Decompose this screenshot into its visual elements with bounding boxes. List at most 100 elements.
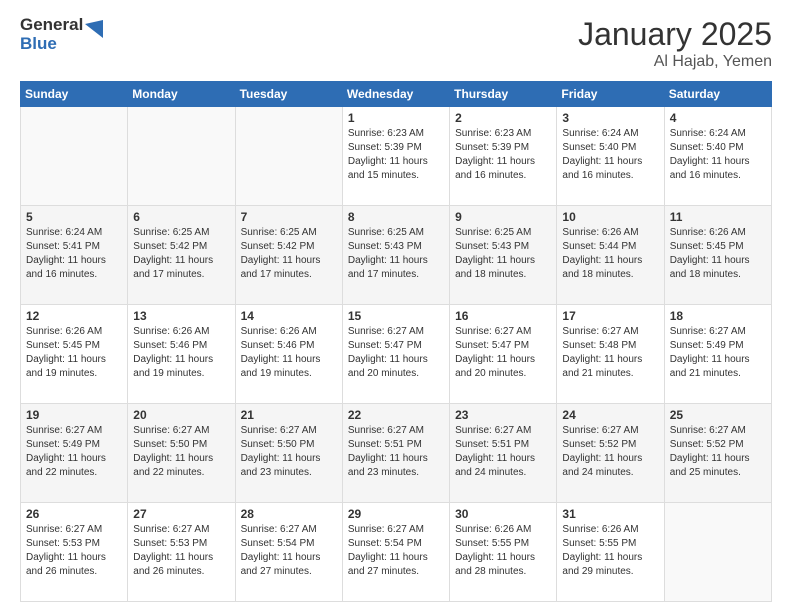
- day-number: 3: [562, 111, 658, 125]
- day-number: 4: [670, 111, 766, 125]
- calendar-week-row: 26 Sunrise: 6:27 AMSunset: 5:53 PMDayligh…: [21, 503, 772, 602]
- table-row: 12 Sunrise: 6:26 AMSunset: 5:45 PMDayligh…: [21, 305, 128, 404]
- table-row: 10 Sunrise: 6:26 AMSunset: 5:44 PMDayligh…: [557, 206, 664, 305]
- day-info: Sunrise: 6:27 AMSunset: 5:54 PMDaylight:…: [348, 523, 444, 579]
- calendar-title: January 2025: [578, 16, 772, 53]
- table-row: 5 Sunrise: 6:24 AMSunset: 5:41 PMDaylight…: [21, 206, 128, 305]
- day-info: Sunrise: 6:26 AMSunset: 5:46 PMDaylight:…: [133, 325, 229, 381]
- col-wednesday: Wednesday: [342, 82, 449, 107]
- day-info: Sunrise: 6:27 AMSunset: 5:53 PMDaylight:…: [26, 523, 122, 579]
- logo-blue: Blue: [20, 35, 83, 54]
- table-row: 17Sunrise: 6:27 AMSunset: 5:48 PMDayligh…: [557, 305, 664, 404]
- day-number: 22: [348, 408, 444, 422]
- table-row: 22 Sunrise: 6:27 AMSunset: 5:51 PMDayligh…: [342, 404, 449, 503]
- table-row: [128, 107, 235, 206]
- day-info: Sunrise: 6:27 AMSunset: 5:52 PMDaylight:…: [562, 424, 658, 480]
- day-info: Sunrise: 6:26 AMSunset: 5:44 PMDaylight:…: [562, 226, 658, 282]
- day-number: 9: [455, 210, 551, 224]
- day-number: 1: [348, 111, 444, 125]
- table-row: 2 Sunrise: 6:23 AMSunset: 5:39 PMDaylight…: [450, 107, 557, 206]
- table-row: 18 Sunrise: 6:27 AMSunset: 5:49 PMDayligh…: [664, 305, 771, 404]
- table-row: 11Sunrise: 6:26 AMSunset: 5:45 PMDayligh…: [664, 206, 771, 305]
- day-info: Sunrise: 6:27 AMSunset: 5:49 PMDaylight:…: [670, 325, 766, 381]
- table-row: 3Sunrise: 6:24 AMSunset: 5:40 PMDaylight…: [557, 107, 664, 206]
- day-info: Sunrise: 6:25 AMSunset: 5:43 PMDaylight:…: [455, 226, 551, 282]
- col-saturday: Saturday: [664, 82, 771, 107]
- table-row: 9 Sunrise: 6:25 AMSunset: 5:43 PMDaylight…: [450, 206, 557, 305]
- day-info: Sunrise: 6:27 AMSunset: 5:53 PMDaylight:…: [133, 523, 229, 579]
- day-info: Sunrise: 6:27 AMSunset: 5:51 PMDaylight:…: [348, 424, 444, 480]
- table-row: 15Sunrise: 6:27 AMSunset: 5:47 PMDayligh…: [342, 305, 449, 404]
- day-info: Sunrise: 6:27 AMSunset: 5:52 PMDaylight:…: [670, 424, 766, 480]
- day-number: 12: [26, 309, 122, 323]
- day-info: Sunrise: 6:25 AMSunset: 5:43 PMDaylight:…: [348, 226, 444, 282]
- day-number: 19: [26, 408, 122, 422]
- day-number: 17: [562, 309, 658, 323]
- day-number: 25: [670, 408, 766, 422]
- day-info: Sunrise: 6:25 AMSunset: 5:42 PMDaylight:…: [241, 226, 337, 282]
- day-number: 7: [241, 210, 337, 224]
- table-row: 6 Sunrise: 6:25 AMSunset: 5:42 PMDaylight…: [128, 206, 235, 305]
- table-row: [664, 503, 771, 602]
- logo: General Blue: [20, 16, 103, 53]
- table-row: 30 Sunrise: 6:26 AMSunset: 5:55 PMDayligh…: [450, 503, 557, 602]
- day-info: Sunrise: 6:27 AMSunset: 5:51 PMDaylight:…: [455, 424, 551, 480]
- table-row: 4 Sunrise: 6:24 AMSunset: 5:40 PMDaylight…: [664, 107, 771, 206]
- calendar-week-row: 12 Sunrise: 6:26 AMSunset: 5:45 PMDayligh…: [21, 305, 772, 404]
- day-info: Sunrise: 6:26 AMSunset: 5:45 PMDaylight:…: [26, 325, 122, 381]
- day-number: 2: [455, 111, 551, 125]
- logo-text: General Blue: [20, 16, 83, 53]
- day-number: 13: [133, 309, 229, 323]
- col-monday: Monday: [128, 82, 235, 107]
- calendar-location: Al Hajab, Yemen: [578, 53, 772, 71]
- table-row: 16Sunrise: 6:27 AMSunset: 5:47 PMDayligh…: [450, 305, 557, 404]
- calendar-table: Sunday Monday Tuesday Wednesday Thursday…: [20, 81, 772, 602]
- table-row: 31Sunrise: 6:26 AMSunset: 5:55 PMDayligh…: [557, 503, 664, 602]
- day-info: Sunrise: 6:26 AMSunset: 5:46 PMDaylight:…: [241, 325, 337, 381]
- day-number: 21: [241, 408, 337, 422]
- table-row: 27 Sunrise: 6:27 AMSunset: 5:53 PMDayligh…: [128, 503, 235, 602]
- calendar-header-row: Sunday Monday Tuesday Wednesday Thursday…: [21, 82, 772, 107]
- table-row: 14 Sunrise: 6:26 AMSunset: 5:46 PMDayligh…: [235, 305, 342, 404]
- day-number: 5: [26, 210, 122, 224]
- header: General Blue January 2025 Al Hajab, Yeme…: [20, 16, 772, 71]
- table-row: 21 Sunrise: 6:27 AMSunset: 5:50 PMDayligh…: [235, 404, 342, 503]
- day-number: 30: [455, 507, 551, 521]
- logo-triangle-icon: [85, 20, 103, 43]
- day-number: 28: [241, 507, 337, 521]
- table-row: 7 Sunrise: 6:25 AMSunset: 5:42 PMDaylight…: [235, 206, 342, 305]
- table-row: 19 Sunrise: 6:27 AMSunset: 5:49 PMDayligh…: [21, 404, 128, 503]
- day-info: Sunrise: 6:23 AMSunset: 5:39 PMDaylight:…: [455, 127, 551, 183]
- day-info: Sunrise: 6:27 AMSunset: 5:47 PMDaylight:…: [348, 325, 444, 381]
- day-number: 24: [562, 408, 658, 422]
- day-info: Sunrise: 6:26 AMSunset: 5:55 PMDaylight:…: [455, 523, 551, 579]
- calendar-week-row: 1 Sunrise: 6:23 AMSunset: 5:39 PMDaylight…: [21, 107, 772, 206]
- calendar-week-row: 5 Sunrise: 6:24 AMSunset: 5:41 PMDaylight…: [21, 206, 772, 305]
- table-row: 13 Sunrise: 6:26 AMSunset: 5:46 PMDayligh…: [128, 305, 235, 404]
- title-block: January 2025 Al Hajab, Yemen: [578, 16, 772, 71]
- day-info: Sunrise: 6:27 AMSunset: 5:50 PMDaylight:…: [241, 424, 337, 480]
- day-number: 26: [26, 507, 122, 521]
- day-number: 14: [241, 309, 337, 323]
- day-number: 10: [562, 210, 658, 224]
- day-info: Sunrise: 6:27 AMSunset: 5:47 PMDaylight:…: [455, 325, 551, 381]
- table-row: 24 Sunrise: 6:27 AMSunset: 5:52 PMDayligh…: [557, 404, 664, 503]
- table-row: 20 Sunrise: 6:27 AMSunset: 5:50 PMDayligh…: [128, 404, 235, 503]
- day-number: 27: [133, 507, 229, 521]
- day-number: 6: [133, 210, 229, 224]
- day-info: Sunrise: 6:27 AMSunset: 5:50 PMDaylight:…: [133, 424, 229, 480]
- day-number: 20: [133, 408, 229, 422]
- day-info: Sunrise: 6:24 AMSunset: 5:40 PMDaylight:…: [670, 127, 766, 183]
- day-info: Sunrise: 6:25 AMSunset: 5:42 PMDaylight:…: [133, 226, 229, 282]
- table-row: 8Sunrise: 6:25 AMSunset: 5:43 PMDaylight…: [342, 206, 449, 305]
- col-thursday: Thursday: [450, 82, 557, 107]
- day-info: Sunrise: 6:26 AMSunset: 5:55 PMDaylight:…: [562, 523, 658, 579]
- day-info: Sunrise: 6:24 AMSunset: 5:41 PMDaylight:…: [26, 226, 122, 282]
- table-row: [21, 107, 128, 206]
- day-info: Sunrise: 6:27 AMSunset: 5:49 PMDaylight:…: [26, 424, 122, 480]
- day-info: Sunrise: 6:26 AMSunset: 5:45 PMDaylight:…: [670, 226, 766, 282]
- page: General Blue January 2025 Al Hajab, Yeme…: [0, 0, 792, 612]
- day-info: Sunrise: 6:27 AMSunset: 5:54 PMDaylight:…: [241, 523, 337, 579]
- day-number: 18: [670, 309, 766, 323]
- table-row: 26 Sunrise: 6:27 AMSunset: 5:53 PMDayligh…: [21, 503, 128, 602]
